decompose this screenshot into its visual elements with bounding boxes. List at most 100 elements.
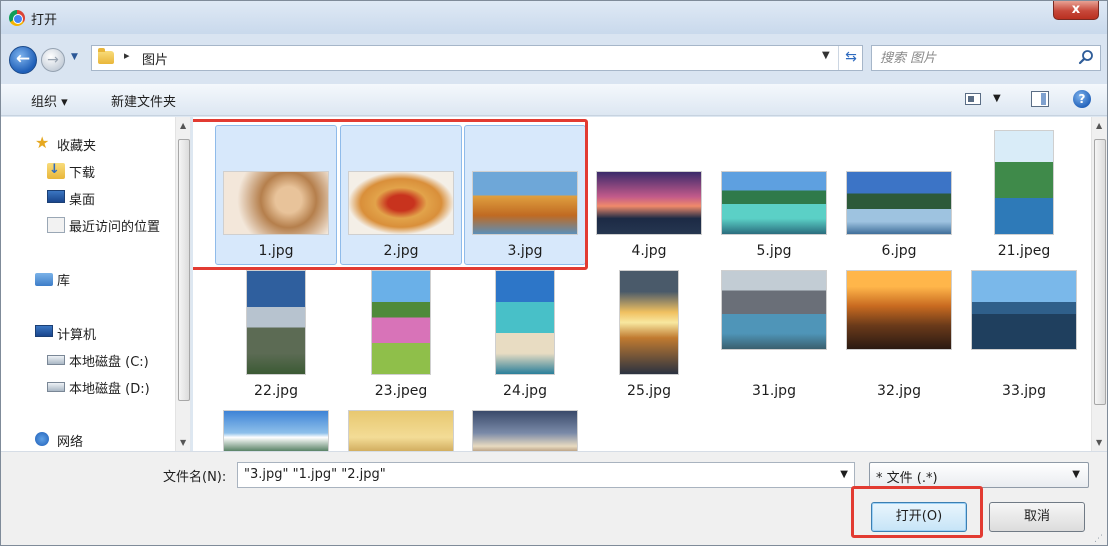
filename-label: 文件名(N): [163, 470, 227, 485]
file-tile[interactable]: 6.jpg [838, 125, 960, 265]
view-dropdown-icon[interactable]: ▼ [993, 93, 1001, 104]
refresh-button[interactable]: ⇆ [838, 46, 863, 70]
filename-dropdown-icon[interactable]: ▼ [840, 469, 848, 480]
file-name: 25.jpg [627, 383, 671, 399]
address-dropdown-icon[interactable]: ▼ [822, 50, 830, 61]
lake-trees-thumbnail [846, 171, 952, 235]
nav-label: 桌面 [69, 193, 96, 208]
recent-pages-dropdown[interactable]: ▼ [71, 52, 83, 66]
file-list: 1.jpg 2.jpg 3.jpg 4.jpg 5.jpg 6.jpg 21.j… [193, 117, 1091, 451]
file-tile[interactable]: 32.jpg [838, 265, 960, 405]
folder-icon [98, 48, 114, 64]
filename-value: "3.jpg" "1.jpg" "2.jpg" [244, 467, 386, 482]
title-bar: 打开 x [1, 1, 1107, 34]
scroll-up-icon[interactable]: ▲ [1096, 121, 1102, 130]
city-sunset-thumbnail [846, 270, 952, 350]
file-tile[interactable]: 21.jpeg [963, 125, 1085, 265]
downloads-folder-icon [47, 162, 65, 179]
file-tile[interactable]: 31.jpg [713, 265, 835, 405]
file-name: 3.jpg [507, 243, 543, 259]
file-name: 22.jpg [254, 383, 298, 399]
scrollbar-thumb[interactable] [1094, 139, 1106, 405]
file-name: 4.jpg [631, 243, 667, 259]
nav-label: 库 [57, 274, 71, 289]
file-tile[interactable]: 1.jpg [215, 125, 337, 265]
scrollbar-thumb[interactable] [178, 139, 190, 401]
forward-button[interactable]: → [41, 48, 65, 72]
file-name: 23.jpeg [374, 383, 428, 399]
breadcrumb-arrow-icon[interactable]: ▸ [124, 49, 130, 62]
file-name: 6.jpg [881, 243, 917, 259]
drive-icon [47, 382, 65, 392]
golden-field-thumbnail [348, 410, 454, 451]
scroll-down-icon[interactable]: ▼ [180, 438, 186, 447]
search-input[interactable] [878, 48, 1068, 68]
file-tile[interactable]: 33.jpg [963, 265, 1085, 405]
nav-scrollbar[interactable]: ▲ ▼ [175, 117, 190, 451]
nav-label: 下载 [69, 166, 96, 181]
file-tile[interactable]: 2.jpg [340, 125, 462, 265]
nav-label: 最近访问的位置 [69, 220, 161, 235]
nav-label: 网络 [57, 435, 84, 450]
organize-menu[interactable]: 组织 ▾ [31, 91, 68, 110]
file-tile[interactable] [340, 405, 462, 451]
file-tile[interactable]: 5.jpg [713, 125, 835, 265]
file-name: 33.jpg [1002, 383, 1046, 399]
sunset-coast-thumbnail [596, 171, 702, 235]
drive-icon [47, 355, 65, 365]
scroll-up-icon[interactable]: ▲ [180, 121, 186, 130]
file-name: 31.jpg [752, 383, 796, 399]
star-icon: ★ [35, 133, 50, 152]
file-tile[interactable] [215, 405, 337, 451]
flower-path-thumbnail [371, 270, 431, 375]
mountain-thumbnail [246, 270, 306, 375]
help-icon[interactable]: ? [1073, 90, 1091, 108]
resize-grip-icon[interactable]: ⋰ [1094, 534, 1103, 544]
file-tile[interactable] [464, 405, 586, 451]
file-tile[interactable]: 24.jpg [464, 265, 586, 405]
file-tile[interactable]: 22.jpg [215, 265, 337, 405]
nav-label: 本地磁盘 (D:) [69, 382, 150, 397]
file-tile[interactable]: 4.jpg [588, 125, 710, 265]
command-toolbar: 组织 ▾ 新建文件夹 ▼ ? [1, 84, 1107, 116]
filename-input[interactable]: "3.jpg" "1.jpg" "2.jpg" ▼ [237, 462, 855, 488]
back-button[interactable]: ← [9, 46, 37, 74]
search-box[interactable] [871, 45, 1101, 71]
cat-thumbnail [223, 171, 329, 235]
open-file-dialog: 打开 x ← → ▼ ▸ 图片 ▼ ⇆ 组织 ▾ 新建文件夹 ▼ ? [0, 0, 1108, 546]
beach-thumbnail [495, 270, 555, 375]
lagoon-thumbnail [721, 171, 827, 235]
file-name: 32.jpg [877, 383, 921, 399]
filetype-value: * 文件 (.*) [876, 471, 938, 486]
file-name: 1.jpg [258, 243, 294, 259]
close-button[interactable]: x [1053, 1, 1099, 20]
scroll-down-icon[interactable]: ▼ [1096, 438, 1102, 447]
breadcrumb-pictures[interactable]: 图片 [142, 49, 168, 68]
mountain-lake-thumbnail [721, 270, 827, 350]
file-tile[interactable]: 25.jpg [588, 265, 710, 405]
file-tile[interactable]: 3.jpg [464, 125, 586, 265]
open-button[interactable]: 打开(O) [871, 502, 967, 532]
nav-label: 收藏夹 [57, 139, 97, 154]
search-icon[interactable] [1078, 49, 1094, 65]
file-name: 5.jpg [756, 243, 792, 259]
waterfall-thumbnail [994, 130, 1054, 235]
navigation-pane: ★ 收藏夹 下载 桌面 最近访问的位置 库 计算机 本地磁盘 (C:) [1, 117, 191, 451]
dialog-footer: 文件名(N): "3.jpg" "1.jpg" "2.jpg" ▼ * 文件 (… [1, 451, 1107, 545]
preview-pane-icon[interactable] [1031, 91, 1049, 107]
sky-clouds-thumbnail [223, 410, 329, 451]
new-folder-button[interactable]: 新建文件夹 [111, 91, 176, 110]
sunrise-thumbnail [619, 270, 679, 375]
file-tile[interactable]: 23.jpeg [340, 265, 462, 405]
recent-places-icon [47, 217, 65, 233]
desktop-icon [47, 190, 65, 203]
file-name: 24.jpg [503, 383, 547, 399]
pizza-thumbnail [348, 171, 454, 235]
address-bar[interactable]: ▸ 图片 ▼ ⇆ [91, 45, 863, 71]
filetype-select[interactable]: * 文件 (.*) ▼ [869, 462, 1089, 488]
file-name: 21.jpeg [997, 243, 1051, 259]
chrome-icon [9, 10, 25, 26]
cancel-button[interactable]: 取消 [989, 502, 1085, 532]
file-list-scrollbar[interactable]: ▲ ▼ [1091, 117, 1107, 451]
change-view-icon[interactable] [965, 93, 981, 105]
